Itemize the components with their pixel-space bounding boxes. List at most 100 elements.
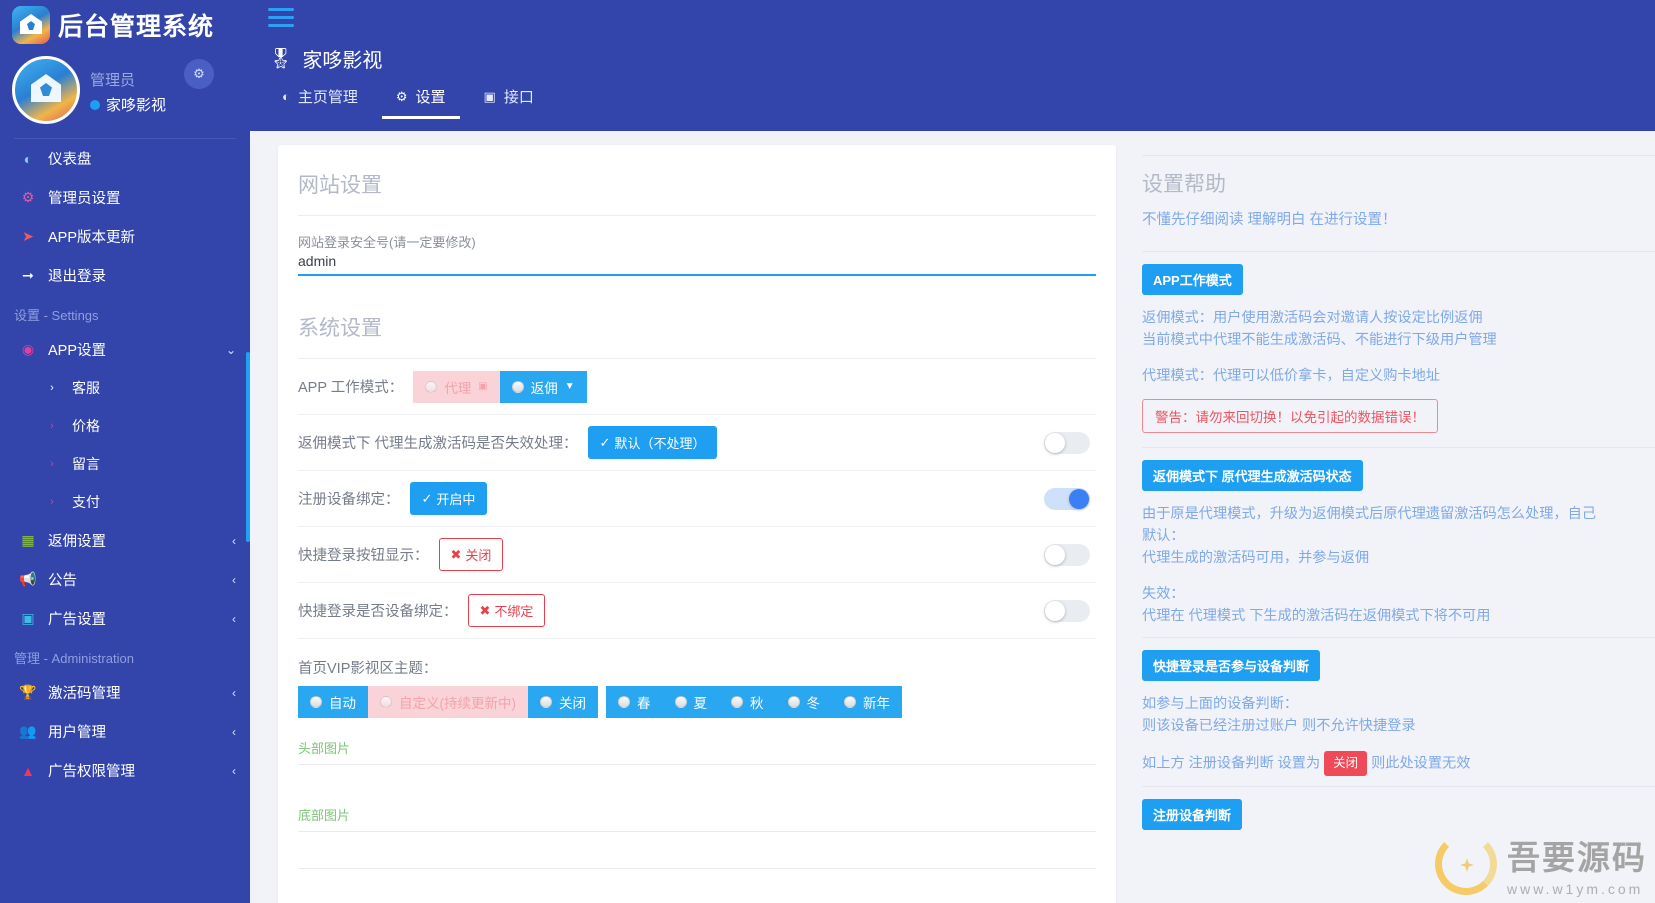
chevron-right-icon: ›	[50, 420, 54, 432]
help-tag-quick-login-device[interactable]: 快捷登录是否参与设备判断	[1142, 650, 1321, 681]
help-block3-line3: 如上方 注册设备判断 设置为 关闭 则此处设置无效	[1142, 751, 1655, 777]
help-block1-line3: 代理模式：代理可以低价拿卡，自定义购卡地址	[1142, 368, 1440, 384]
help-divider-2	[1142, 447, 1655, 448]
vip-theme-option-spring[interactable]: 春	[606, 686, 663, 718]
sidebar-item-payment[interactable]: › 支付	[0, 483, 250, 521]
help-divider-3	[1142, 637, 1655, 638]
sidebar-item-label: 管理员设置	[48, 191, 121, 207]
segment-label: 自定义(持续更新中)	[399, 696, 516, 711]
sidebar-item-app-version[interactable]: ➤ APP版本更新	[0, 217, 250, 256]
tab-api[interactable]: ▣ 接口	[470, 86, 548, 119]
segment-label: 冬	[806, 696, 821, 711]
row-quick-login-display: 快捷登录按钮显示： ✖ 关闭	[298, 527, 1096, 583]
profile-name-wrap: 家哆影视	[90, 94, 166, 115]
button-label: 默认（不处理）	[614, 436, 706, 451]
brand-title: 后台管理系统	[58, 13, 215, 41]
vip-theme-option-newyear[interactable]: 新年	[832, 686, 902, 718]
work-mode-option-agent[interactable]: 代理 ▣	[413, 370, 500, 403]
sidebar-group-admin-title: 管理 - Administration	[14, 651, 134, 666]
quick-login-display-toggle[interactable]	[1044, 543, 1090, 566]
badge-icon: ▲	[21, 762, 35, 779]
footer-image-dropzone[interactable]	[298, 832, 1096, 868]
tab-home-manage[interactable]: ◐ 主页管理	[268, 86, 372, 119]
sidebar-item-ad-permission[interactable]: ▲ 广告权限管理 ‹	[0, 751, 250, 790]
work-mode-label: APP 工作模式：	[298, 380, 404, 396]
segment-label: 自动	[329, 696, 356, 711]
sidebar-item-rebate-settings[interactable]: ▦ 返佣设置 ‹	[0, 521, 250, 560]
work-mode-option-rebate[interactable]: 返佣 ▼	[499, 370, 587, 403]
vip-theme-option-summer[interactable]: 夏	[662, 686, 719, 718]
content-area: 网站设置 网站登录安全号(请一定要修改) admin 系统设置 APP 工作模式…	[250, 131, 1655, 903]
sidebar-item-user-management[interactable]: 👥 用户管理 ‹	[0, 712, 250, 751]
vip-theme-groups: 自动 自定义(持续更新中) 关闭 春 夏 秋 冬 新年	[298, 686, 1096, 718]
quick-login-display-button[interactable]: ✖ 关闭	[438, 538, 504, 571]
rebate-code-invalidation-toggle[interactable]	[1044, 431, 1090, 454]
sidebar-item-dashboard[interactable]: ◐ 仪表盘	[0, 139, 250, 178]
chevron-right-icon: ›	[50, 458, 54, 470]
vip-theme-option-off[interactable]: 关闭	[528, 686, 598, 718]
hamburger-icon[interactable]	[250, 0, 294, 27]
chevron-left-icon: ‹	[232, 724, 236, 739]
brand[interactable]: 后台管理系统	[0, 0, 250, 48]
tab-settings[interactable]: ⚙ 设置	[381, 86, 460, 119]
sidebar: 后台管理系统 ⚙ 管理员 家哆影视 ◐ 仪表盘 ⚙ 管理员设置 ➤ APP版本更…	[0, 0, 250, 903]
sidebar-item-announcement[interactable]: 📢 公告 ‹	[0, 560, 250, 599]
sidebar-item-customer-service[interactable]: › 客服	[0, 369, 250, 407]
sidebar-item-label: APP设置	[48, 343, 107, 359]
button-label: 关闭	[465, 548, 492, 563]
gear-icon[interactable]: ⚙	[184, 59, 214, 89]
dashboard-icon: ◐	[23, 150, 33, 167]
profile-role: 管理员	[90, 72, 136, 89]
help-tag-rebate-code-status[interactable]: 返佣模式下 原代理生成激活码状态	[1142, 460, 1363, 491]
quick-login-device-binding-button[interactable]: ✖ 不绑定	[467, 594, 546, 627]
chevron-left-icon: ‹	[232, 685, 236, 700]
help-tag-work-mode[interactable]: APP工作模式	[1142, 264, 1243, 295]
sidebar-item-price[interactable]: › 价格	[0, 407, 250, 445]
security-field: 网站登录安全号(请一定要修改) admin	[298, 216, 1096, 276]
home-manage-icon: ◐	[282, 89, 290, 104]
sidebar-item-label: 价格	[72, 418, 100, 434]
row-rebate-code-invalidation: 返佣模式下 代理生成激活码是否失效处理： ✓ 默认（不处理）	[298, 415, 1096, 471]
row-register-device-binding: 注册设备绑定： ✓ 开启中	[298, 471, 1096, 527]
radio-icon	[787, 696, 800, 708]
register-device-binding-button[interactable]: ✓ 开启中	[409, 482, 488, 515]
vip-theme-label: 首页VIP影视区主题：	[298, 661, 438, 677]
card-icon: ▦	[21, 532, 35, 548]
sidebar-item-app-settings[interactable]: ◉ APP设置 ⌄	[0, 330, 250, 369]
button-label: 开启中	[436, 492, 476, 507]
sidebar-item-label: 退出登录	[48, 269, 106, 285]
api-icon: ▣	[483, 88, 496, 104]
sidebar-item-activation-code[interactable]: 🏆 激活码管理 ‹	[0, 673, 250, 712]
help-block1-line1: 返佣模式：用户使用激活码会对邀请人按设定比例返佣	[1142, 310, 1483, 326]
help-block2-line2: 默认：	[1142, 528, 1185, 544]
chevron-left-icon: ‹	[232, 611, 236, 626]
segment-label: 春	[637, 696, 651, 711]
vip-theme-option-auto[interactable]: 自动	[298, 686, 368, 718]
help-subtitle: 不懂先仔细阅读 理解明白 在进行设置！	[1142, 212, 1397, 228]
work-mode-segments: 代理 ▣ 返佣 ▼	[413, 370, 587, 403]
sidebar-item-message[interactable]: › 留言	[0, 445, 250, 483]
android-icon: ◉	[21, 341, 35, 357]
sidebar-item-logout[interactable]: ➞ 退出登录	[0, 256, 250, 295]
page-title: 家哆影视	[302, 50, 383, 72]
register-device-binding-toggle[interactable]	[1044, 487, 1090, 510]
chevron-right-icon: ›	[50, 382, 54, 394]
app-root: 后台管理系统 ⚙ 管理员 家哆影视 ◐ 仪表盘 ⚙ 管理员设置 ➤ APP版本更…	[0, 0, 1655, 903]
x-icon: ✖	[479, 602, 491, 618]
quick-login-device-binding-toggle[interactable]	[1044, 599, 1090, 622]
sidebar-item-admin-settings[interactable]: ⚙ 管理员设置	[0, 178, 250, 217]
app-logo-icon	[12, 6, 50, 44]
sidebar-item-label: 留言	[72, 456, 100, 472]
vip-theme-option-winter[interactable]: 冬	[775, 686, 832, 718]
vip-theme-option-autumn[interactable]: 秋	[719, 686, 776, 718]
rebate-code-invalidation-button[interactable]: ✓ 默认（不处理）	[587, 426, 718, 459]
sidebar-item-ad-settings[interactable]: ▣ 广告设置 ‹	[0, 599, 250, 638]
row-work-mode: APP 工作模式： 代理 ▣ 返佣 ▼	[298, 359, 1096, 415]
stamp-icon: ▣	[478, 381, 488, 392]
help-tag-register-device[interactable]: 注册设备判断	[1142, 799, 1243, 831]
row-vip-theme: 首页VIP影视区主题： 自动 自定义(持续更新中) 关闭 春 夏 秋 冬 新年	[298, 639, 1096, 724]
header-image-dropzone[interactable]	[298, 765, 1096, 801]
security-input[interactable]: admin	[298, 251, 1096, 276]
vip-theme-option-custom[interactable]: 自定义(持续更新中)	[368, 686, 528, 718]
avatar[interactable]	[12, 56, 80, 124]
